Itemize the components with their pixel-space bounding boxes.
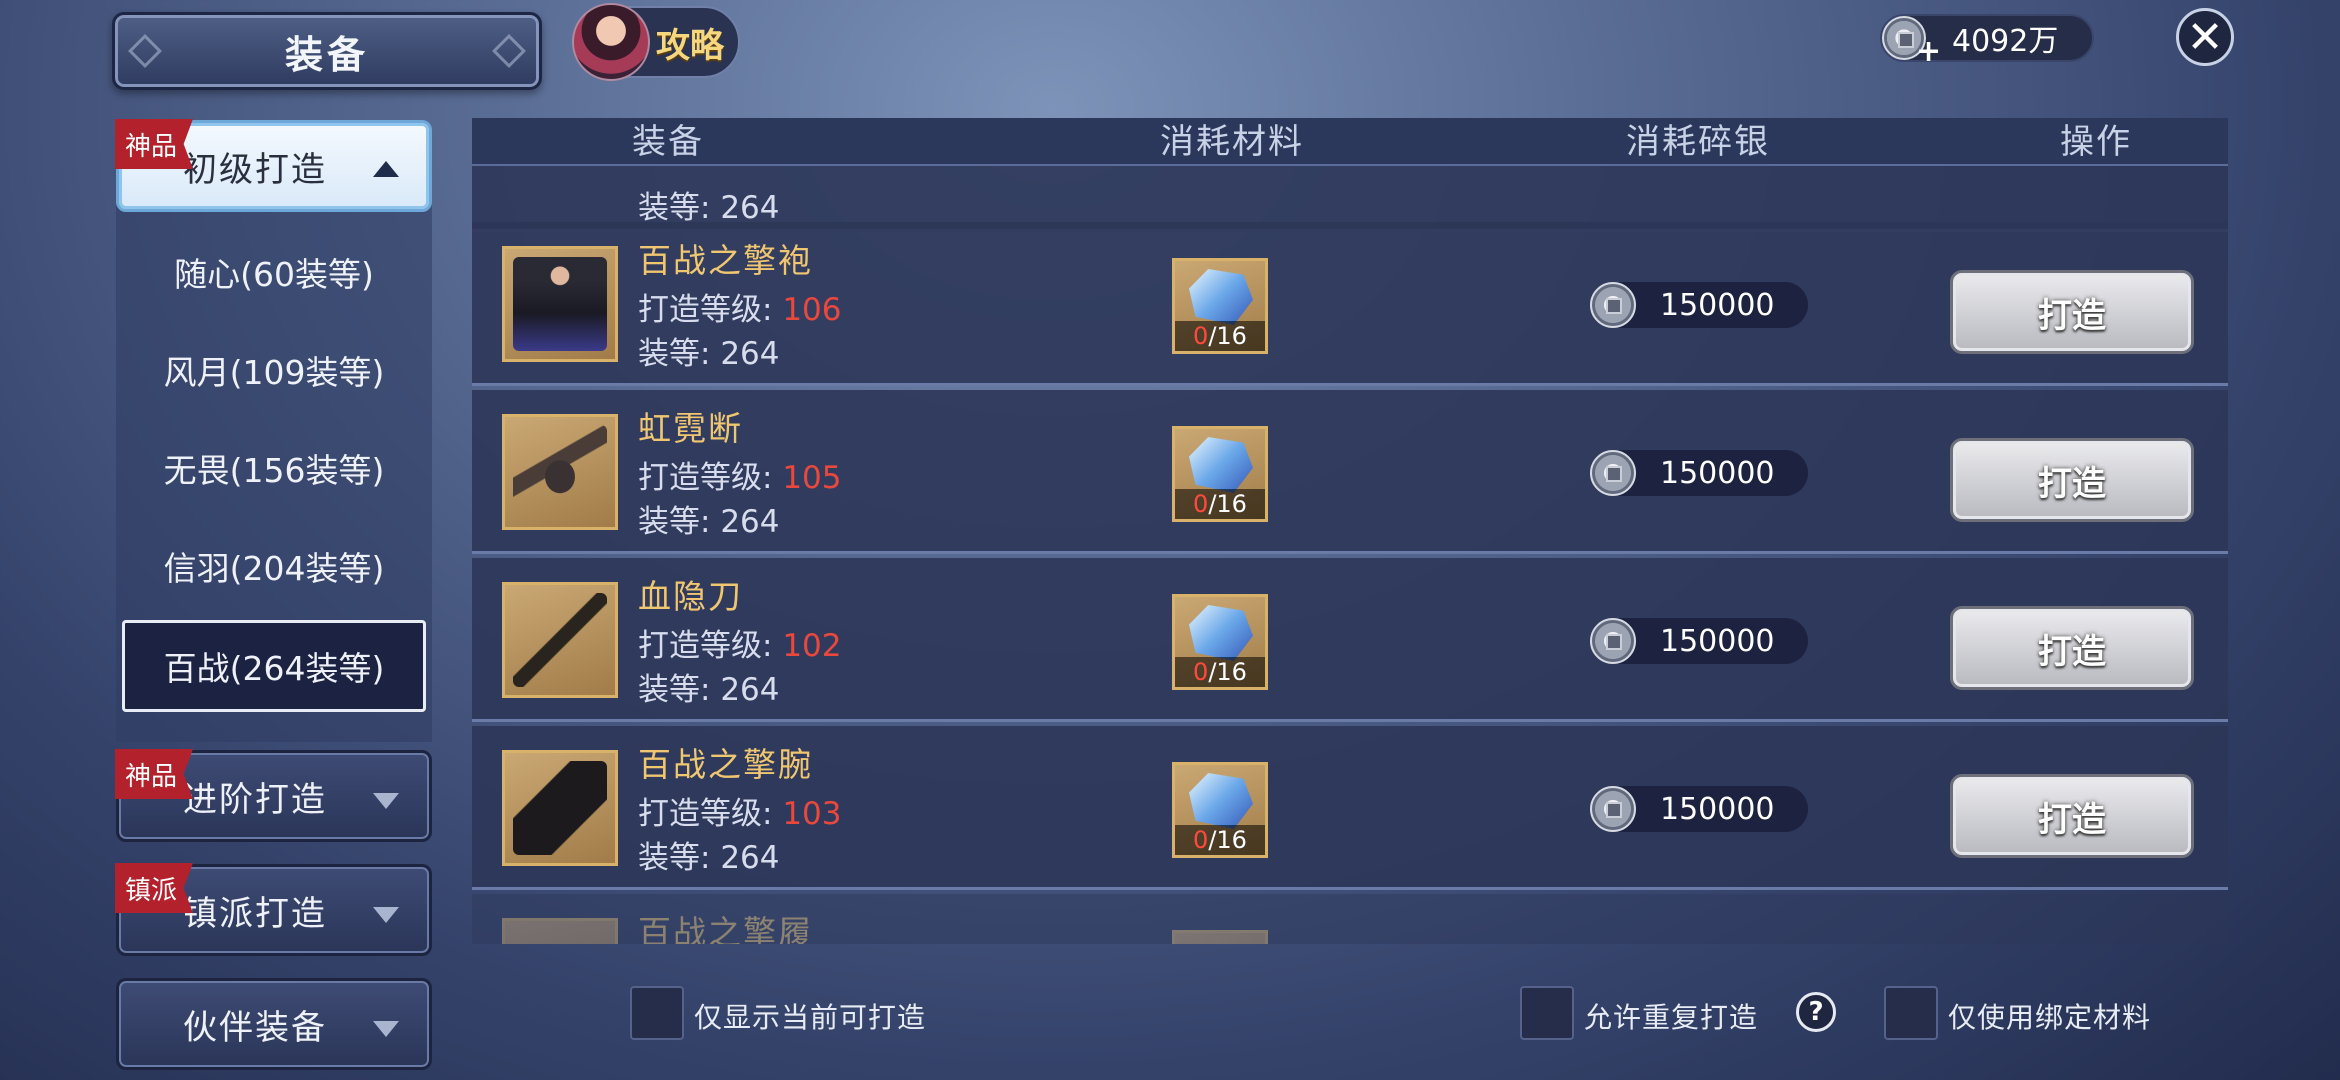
crystal-icon xyxy=(1189,269,1253,325)
craft-level: 打造等级: 106 xyxy=(638,292,842,328)
silver-cost: 150000 xyxy=(1590,450,1808,496)
chevron-down-icon xyxy=(373,793,399,809)
craft-button[interactable]: 打造 xyxy=(1950,270,2194,354)
crystal-icon xyxy=(1189,773,1253,829)
bound-only-label: 仅使用绑定材料 xyxy=(1948,1001,2152,1034)
avatar xyxy=(572,3,650,81)
material-slot[interactable] xyxy=(1172,930,1268,944)
category-sect-craft[interactable]: 镇派 镇派打造 xyxy=(115,863,432,956)
allow-repeat-checkbox[interactable] xyxy=(1520,986,1574,1040)
category-label: 初级打造 xyxy=(183,149,327,190)
silver-coin-icon xyxy=(1590,786,1636,832)
silver-cost: 150000 xyxy=(1590,786,1808,832)
craft-level: 打造等级: 105 xyxy=(638,460,842,496)
table-header: 装备 消耗材料 消耗碎银 操作 xyxy=(472,118,2228,166)
item-name: 百战之擎腕 xyxy=(638,745,813,784)
item-ilvl: 装等: 264 xyxy=(638,840,780,876)
subitem-wuwei[interactable]: 无畏(156装等) xyxy=(122,422,426,514)
silver-coin-icon xyxy=(1590,618,1636,664)
silver-coin-icon xyxy=(1590,282,1636,328)
category-basic-craft[interactable]: 神品 初级打造 xyxy=(115,119,432,212)
item-ilvl: 装等: 264 xyxy=(638,672,780,708)
item-name: 血隐刀 xyxy=(638,577,743,616)
help-button[interactable]: ? xyxy=(1796,992,1836,1032)
material-slot[interactable]: 0/16 xyxy=(1172,426,1268,522)
column-header-action: 操作 xyxy=(2060,122,2132,162)
silver-coin-icon xyxy=(1590,450,1636,496)
category-partner-gear[interactable]: 伙伴装备 xyxy=(116,978,432,1070)
subitem-suixin[interactable]: 随心(60装等) xyxy=(122,226,426,318)
table-row[interactable]: 血隐刀 打造等级: 102 装等: 264 0/16 150000 打造 xyxy=(472,558,2228,722)
bird-weapon-icon[interactable] xyxy=(502,414,618,530)
page-title: 装备 xyxy=(284,32,369,77)
table-row[interactable]: 百战之擎袍 打造等级: 106 装等: 264 0/16 150000 打造 xyxy=(472,222,2228,386)
subitem-baizhan[interactable]: 百战(264装等) xyxy=(122,620,426,712)
allow-repeat-label: 允许重复打造 xyxy=(1584,1001,1759,1034)
column-header-materials: 消耗材料 xyxy=(1160,122,1304,162)
chevron-down-icon xyxy=(373,1021,399,1037)
item-ilvl: 装等: 264 xyxy=(638,504,780,540)
blade-icon[interactable] xyxy=(502,582,618,698)
material-slot[interactable]: 0/16 xyxy=(1172,594,1268,690)
silver-balance[interactable]: + 4092万 xyxy=(1880,14,2094,69)
table-row-partial[interactable]: 百战之擎履 xyxy=(472,894,2228,944)
craft-button[interactable]: 打造 xyxy=(1950,774,2194,858)
bound-only-checkbox[interactable] xyxy=(1884,986,1938,1040)
craft-level: 打造等级: 102 xyxy=(638,628,842,664)
item-ilvl: 装等: 264 xyxy=(638,336,780,372)
chevron-down-icon xyxy=(373,907,399,923)
bracer-icon[interactable] xyxy=(502,750,618,866)
column-header-silver: 消耗碎银 xyxy=(1626,122,1770,162)
close-button[interactable]: ✕ xyxy=(2176,8,2234,66)
craft-level: 打造等级: 103 xyxy=(638,796,842,832)
craft-button[interactable]: 打造 xyxy=(1950,606,2194,690)
boots-icon[interactable] xyxy=(502,918,618,944)
guide-button[interactable]: 攻略 xyxy=(572,3,740,81)
table-row[interactable]: 百战之擎腕 打造等级: 103 装等: 264 0/16 150000 打造 xyxy=(472,726,2228,890)
item-name: 虹霓断 xyxy=(638,409,743,448)
category-badge: 神品 xyxy=(115,119,193,169)
robe-icon[interactable] xyxy=(502,246,618,362)
table-row[interactable]: 虹霓断 打造等级: 105 装等: 264 0/16 150000 打造 xyxy=(472,390,2228,554)
crystal-icon xyxy=(1189,437,1253,493)
close-icon: ✕ xyxy=(2186,11,2224,63)
column-header-equipment: 装备 xyxy=(632,122,704,162)
item-ilvl: 装等: 264 xyxy=(638,190,780,226)
page-title-plate: 装备 xyxy=(112,12,542,90)
only-craftable-checkbox[interactable] xyxy=(630,986,684,1040)
material-slot[interactable]: 0/16 xyxy=(1172,258,1268,354)
plus-icon[interactable]: + xyxy=(1916,34,1941,69)
category-badge: 镇派 xyxy=(115,863,193,913)
craft-button[interactable]: 打造 xyxy=(1950,438,2194,522)
crystal-icon xyxy=(1189,605,1253,661)
material-slot[interactable]: 0/16 xyxy=(1172,762,1268,858)
subitem-xinyu[interactable]: 信羽(204装等) xyxy=(122,520,426,612)
guide-label: 攻略 xyxy=(656,25,724,66)
only-craftable-label: 仅显示当前可打造 xyxy=(694,1001,927,1034)
ornament-icon xyxy=(128,34,162,68)
silver-amount: 4092万 xyxy=(1952,24,2059,59)
chevron-up-icon xyxy=(373,161,399,177)
category-label: 镇派打造 xyxy=(183,893,327,934)
item-name: 百战之擎履 xyxy=(638,913,813,944)
category-label: 进阶打造 xyxy=(183,779,327,820)
equipment-list[interactable]: 装等: 264 百战之擎袍 打造等级: 106 装等: 264 0/16 150… xyxy=(472,166,2228,944)
item-name: 百战之擎袍 xyxy=(638,241,813,280)
ornament-icon xyxy=(492,34,526,68)
silver-cost: 150000 xyxy=(1590,282,1808,328)
category-badge: 神品 xyxy=(115,749,193,799)
subitem-fengyue[interactable]: 风月(109装等) xyxy=(122,324,426,416)
silver-cost: 150000 xyxy=(1590,618,1808,664)
category-advanced-craft[interactable]: 神品 进阶打造 xyxy=(115,749,432,842)
category-label: 伙伴装备 xyxy=(183,1007,327,1048)
question-icon: ? xyxy=(1808,997,1824,1027)
